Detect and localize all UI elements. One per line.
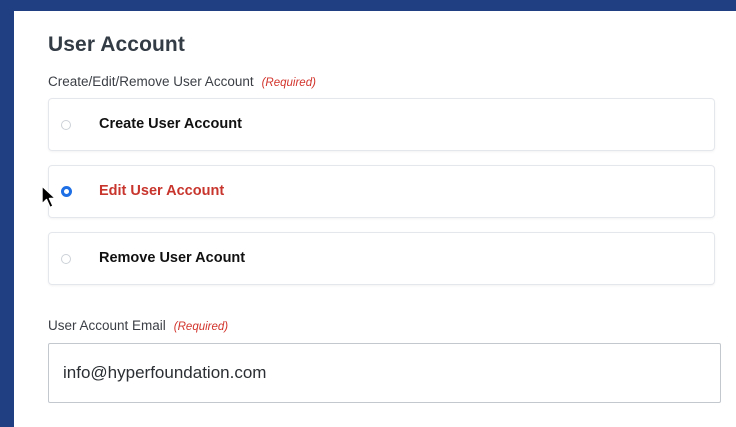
radio-edit-user-account[interactable]: [61, 186, 72, 197]
email-field-label-text: User Account Email: [48, 318, 166, 333]
email-input[interactable]: [48, 343, 721, 403]
option-remove-user-account[interactable]: Remove User Acount: [48, 232, 715, 285]
action-field-label: Create/Edit/Remove User Account (Required…: [48, 74, 316, 89]
email-field-label: User Account Email (Required): [48, 318, 228, 333]
option-create-user-account[interactable]: Create User Account: [48, 98, 715, 151]
option-label-create: Create User Account: [99, 116, 242, 132]
option-label-edit: Edit User Account: [99, 183, 225, 199]
option-edit-user-account[interactable]: Edit User Account: [48, 165, 715, 218]
section-title: User Account: [48, 33, 185, 56]
radio-remove-user-account[interactable]: [61, 254, 71, 264]
email-required-indicator: (Required): [173, 321, 229, 333]
action-field-label-text: Create/Edit/Remove User Account: [48, 74, 254, 89]
mouse-pointer-icon: [41, 185, 57, 209]
action-required-indicator: (Required): [261, 77, 316, 89]
user-account-panel: User Account Create/Edit/Remove User Acc…: [14, 11, 736, 427]
radio-create-user-account[interactable]: [61, 120, 71, 130]
option-label-remove: Remove User Acount: [99, 250, 246, 266]
